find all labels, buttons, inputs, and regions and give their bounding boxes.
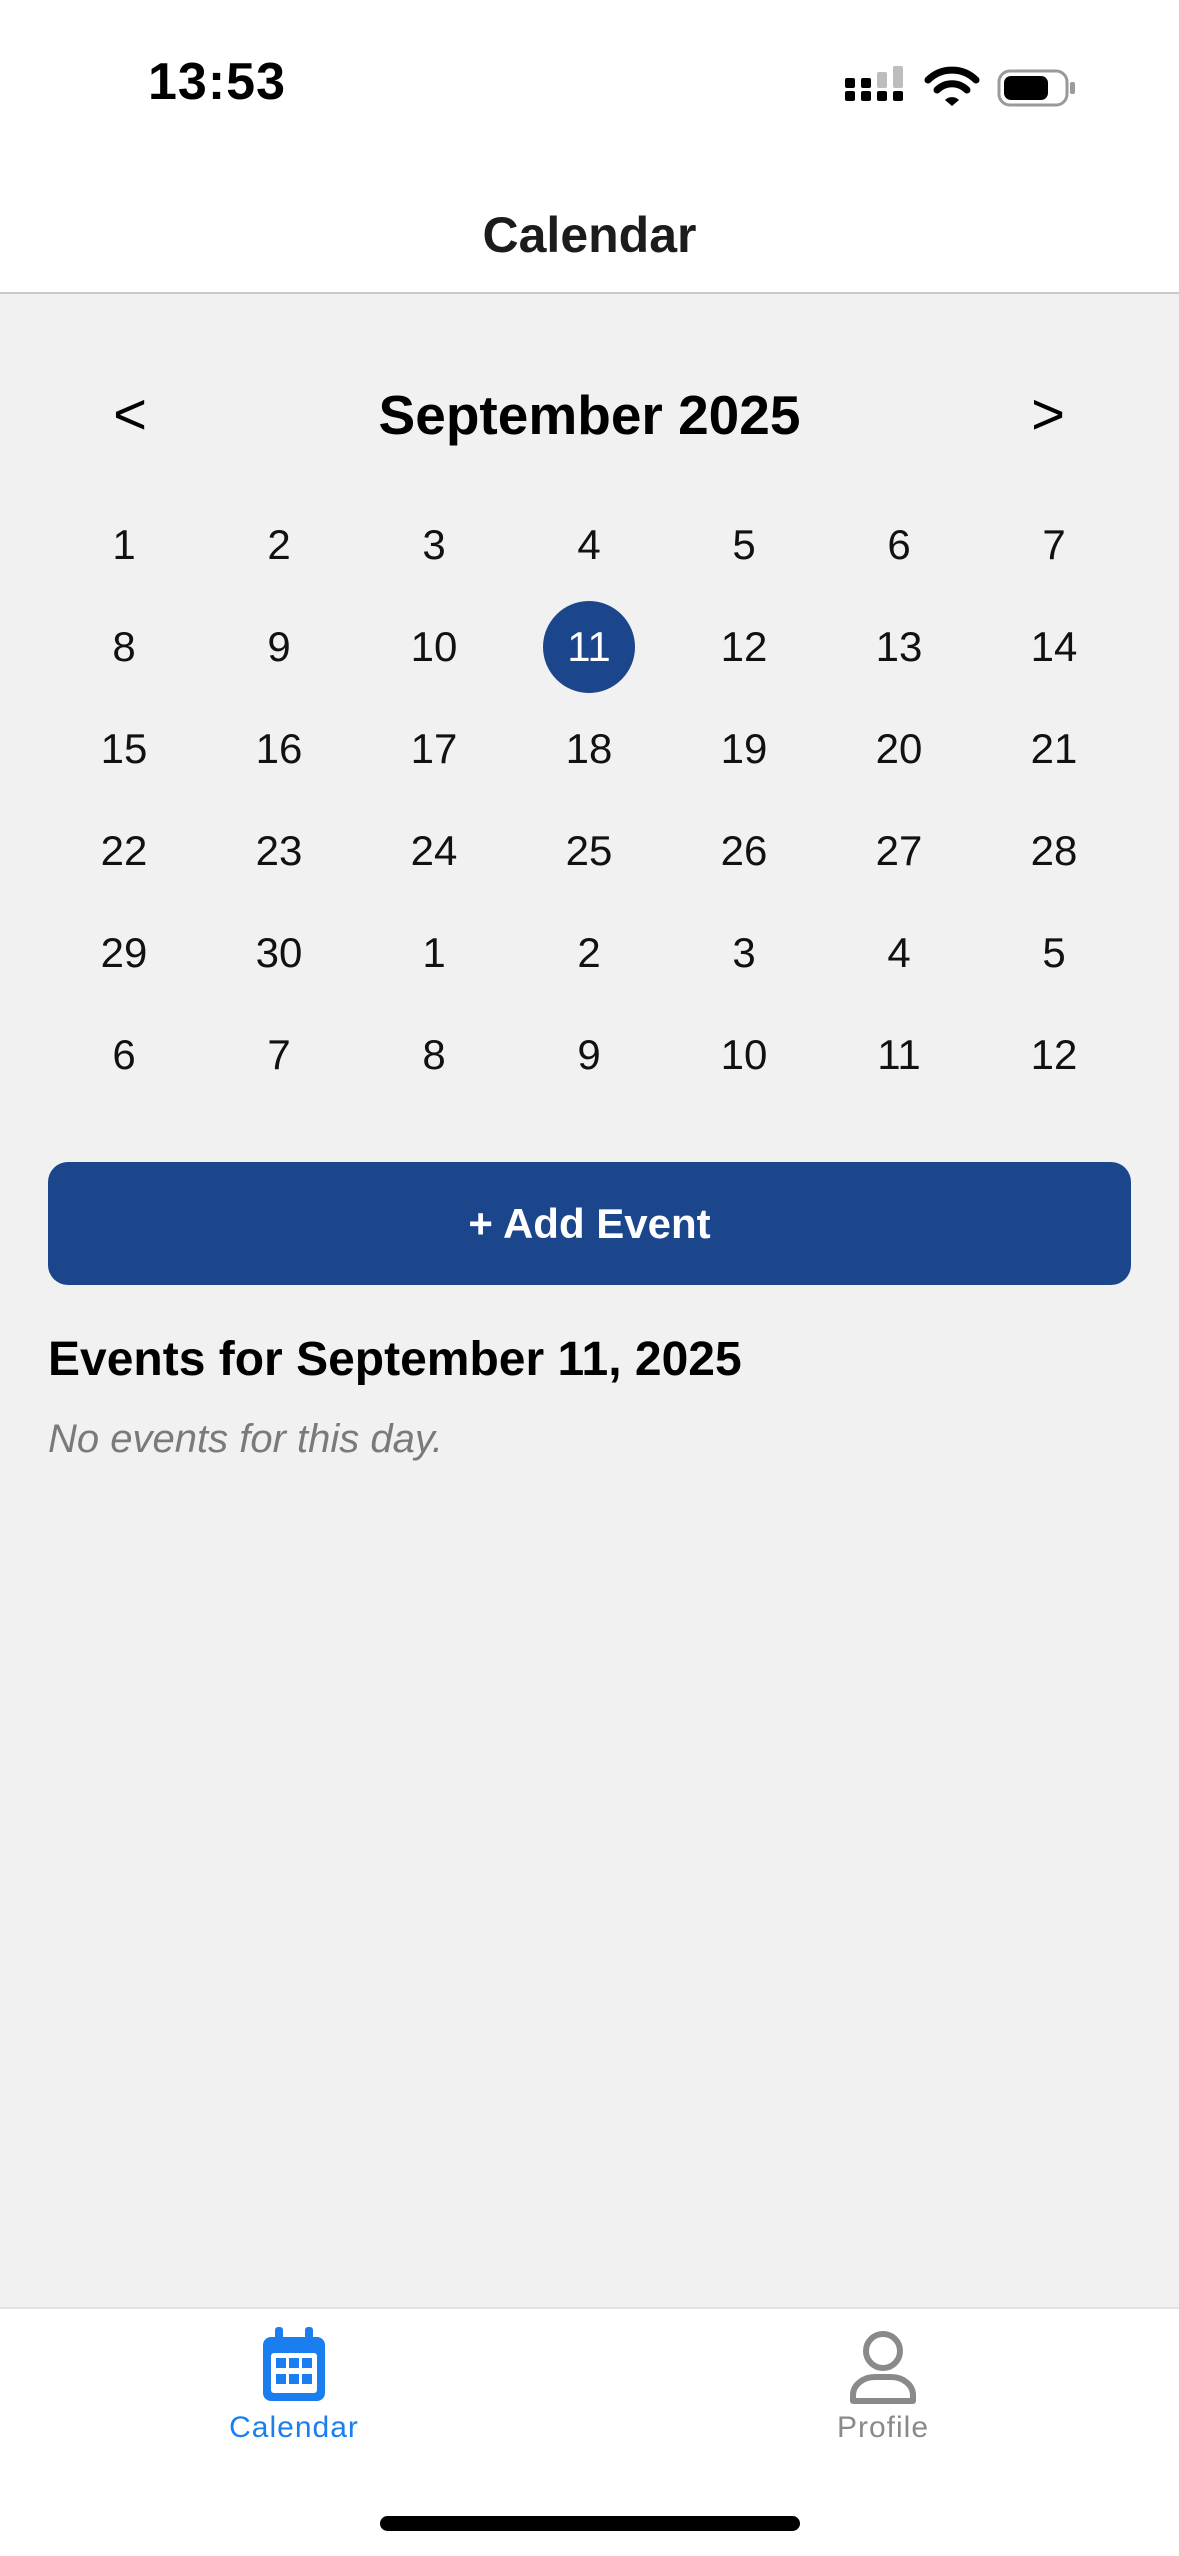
events-heading: Events for September 11, 2025 <box>48 1333 742 1386</box>
day-cell[interactable]: 6 <box>74 1005 174 1105</box>
day-cell[interactable]: 4 <box>539 495 639 595</box>
day-cell[interactable]: 10 <box>384 597 484 697</box>
day-cell[interactable]: 11 <box>849 1005 949 1105</box>
day-cell[interactable]: 17 <box>384 699 484 799</box>
screen: 13:53 Calendar < September 2025 > 1 2 3 … <box>0 0 1179 2556</box>
day-cell[interactable]: 24 <box>384 801 484 901</box>
day-cell[interactable]: 28 <box>1004 801 1104 901</box>
day-cell[interactable]: 27 <box>849 801 949 901</box>
status-icons <box>845 64 1085 112</box>
day-cell[interactable]: 22 <box>74 801 174 901</box>
day-cell[interactable]: 6 <box>849 495 949 595</box>
day-cell[interactable]: 26 <box>694 801 794 901</box>
status-bar: 13:53 <box>0 0 1179 180</box>
next-month-button[interactable]: > <box>993 360 1103 470</box>
day-cell[interactable]: 8 <box>74 597 174 697</box>
day-cell[interactable]: 1 <box>74 495 174 595</box>
person-icon <box>850 2331 916 2404</box>
calendar-icon <box>263 2327 325 2401</box>
day-cell[interactable]: 12 <box>694 597 794 697</box>
tab-label-calendar: Calendar <box>229 2411 359 2444</box>
tab-label-profile: Profile <box>836 2411 930 2444</box>
day-cell-selected[interactable]: 11 <box>543 601 635 693</box>
day-cell[interactable]: 30 <box>229 903 329 1003</box>
day-cell[interactable]: 7 <box>229 1005 329 1105</box>
day-cell[interactable]: 2 <box>539 903 639 1003</box>
tab-calendar[interactable]: Calendar <box>134 2309 454 2459</box>
day-cell[interactable]: 29 <box>74 903 174 1003</box>
day-cell[interactable]: 7 <box>1004 495 1104 595</box>
day-cell[interactable]: 1 <box>384 903 484 1003</box>
day-cell[interactable]: 8 <box>384 1005 484 1105</box>
day-cell[interactable]: 3 <box>694 903 794 1003</box>
home-indicator <box>380 2516 800 2531</box>
tab-profile[interactable]: Profile <box>723 2309 1043 2459</box>
day-cell[interactable]: 19 <box>694 699 794 799</box>
day-cell[interactable]: 4 <box>849 903 949 1003</box>
day-cell[interactable]: 23 <box>229 801 329 901</box>
day-cell[interactable]: 14 <box>1004 597 1104 697</box>
day-cell[interactable]: 9 <box>539 1005 639 1105</box>
nav-header: Calendar <box>0 180 1179 294</box>
day-cell[interactable]: 15 <box>74 699 174 799</box>
wifi-icon <box>924 66 980 106</box>
add-event-button[interactable]: + Add Event <box>48 1162 1131 1285</box>
day-cell[interactable]: 16 <box>229 699 329 799</box>
day-cell[interactable]: 12 <box>1004 1005 1104 1105</box>
day-cell[interactable]: 13 <box>849 597 949 697</box>
page-title: Calendar <box>482 207 697 263</box>
day-cell[interactable]: 2 <box>229 495 329 595</box>
day-cell[interactable]: 5 <box>694 495 794 595</box>
day-cell[interactable]: 21 <box>1004 699 1104 799</box>
day-cell[interactable]: 9 <box>229 597 329 697</box>
day-cell[interactable]: 20 <box>849 699 949 799</box>
day-cell[interactable]: 25 <box>539 801 639 901</box>
day-cell[interactable]: 5 <box>1004 903 1104 1003</box>
events-empty-text: No events for this day. <box>48 1417 443 1461</box>
status-time: 13:53 <box>148 53 286 111</box>
cellular-signal-icon <box>845 66 903 101</box>
day-cell[interactable]: 3 <box>384 495 484 595</box>
month-navigation: < September 2025 > <box>0 360 1179 470</box>
battery-icon <box>997 69 1075 107</box>
day-cell[interactable]: 18 <box>539 699 639 799</box>
day-cell[interactable]: 10 <box>694 1005 794 1105</box>
